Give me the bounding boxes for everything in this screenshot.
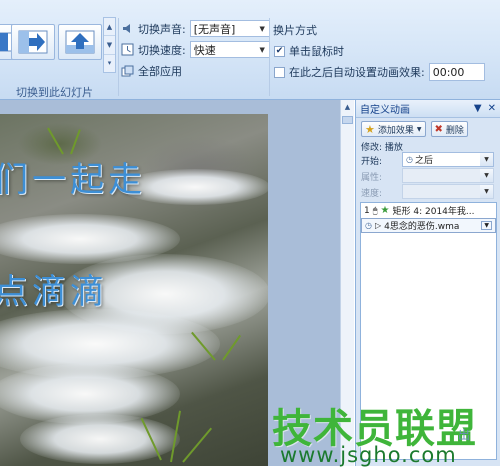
star-icon: ★ (365, 122, 375, 136)
clock-icon: ◷ (365, 221, 372, 230)
auto-after-time-value: 00:00 (432, 65, 465, 79)
sound-value: [无声音] (193, 22, 236, 36)
group-separator (269, 18, 270, 96)
pane-menu-icon[interactable]: ▼ (474, 103, 482, 114)
chevron-down-icon: ▼ (416, 125, 422, 133)
advance-title: 换片方式 (273, 22, 317, 38)
transition-thumbnail-push-up[interactable] (58, 24, 102, 60)
chevron-down-icon: ▼ (480, 169, 493, 182)
scroll-thumb[interactable] (342, 116, 353, 124)
chevron-down-icon: ▼ (259, 45, 265, 54)
speed-value: 快速 (193, 43, 216, 57)
animation-item-text: 矩形 4: 2014年我... (392, 207, 475, 217)
remove-button[interactable]: ✖ 删除 (430, 121, 468, 137)
chevron-down-icon: ▼ (480, 153, 493, 166)
add-effect-label: 添加效果 (377, 125, 414, 136)
grass-blade (47, 127, 64, 155)
on-click-label: 单击鼠标时 (289, 45, 344, 58)
animation-item[interactable]: ◷ ▷ 4思念的恶伤.wma ▼ (361, 218, 496, 233)
auto-after-checkbox[interactable] (274, 66, 285, 78)
auto-after-time-input[interactable]: 00:00 (428, 63, 485, 81)
gallery-up-icon[interactable]: ▲ (104, 18, 115, 37)
pane-header: 自定义动画 ▼ ✕ (356, 100, 500, 118)
play-icon: ▷ (374, 221, 382, 230)
mouse-icon: 🖱 (372, 205, 378, 215)
on-click-checkbox[interactable]: ✔ (274, 45, 285, 57)
grass-blade (70, 129, 81, 155)
gallery-down-icon[interactable]: ▼ (104, 36, 115, 55)
slide-title-line-1[interactable]: 们一起走 (0, 152, 146, 201)
effect-star-icon: ★ (380, 205, 390, 216)
pane-title: 自定义动画 (360, 105, 410, 116)
transition-thumbnail-push-right[interactable] (11, 24, 55, 60)
animation-item-text: 4思念的恶伤.wma (384, 222, 460, 232)
auto-after-option: 在此之后自动设置动画效果: 00:00 (274, 63, 485, 81)
gallery-more-icon[interactable]: ▾ (104, 55, 115, 72)
remove-icon: ✖ (434, 123, 443, 135)
speed-row: 切换速度: 快速 ▼ (121, 41, 270, 58)
grass-blade (182, 427, 213, 463)
animation-item[interactable]: 1 🖱 ★ 矩形 4: 2014年我... (361, 203, 496, 218)
scroll-up-icon[interactable]: ▲ (341, 100, 354, 114)
remove-label: 删除 (445, 125, 464, 136)
close-icon[interactable]: ✕ (488, 103, 496, 114)
clock-icon: ◷ (406, 155, 413, 164)
apply-all-button[interactable]: 全部应用 (121, 63, 182, 79)
animation-order: 1 (364, 205, 370, 216)
pane-toolbar: ★ 添加效果 ▼ ✖ 删除 (361, 121, 468, 137)
start-value: 之后 (414, 156, 433, 166)
speed-dropdown-pane: ▼ (402, 184, 494, 199)
speed-label: 切换速度: (138, 43, 186, 57)
speed-dropdown[interactable]: 快速 ▼ (189, 41, 270, 58)
slide-canvas[interactable]: 们一起走 点滴滴 (0, 114, 268, 466)
speed-label-pane: 速度: (361, 189, 383, 199)
sound-label: 切换声音: (138, 22, 186, 36)
chevron-down-icon: ▼ (259, 24, 265, 33)
watermark-side-text: 出 (458, 428, 471, 442)
chevron-down-icon: ▼ (480, 185, 493, 198)
grass-blade (222, 334, 242, 361)
property-dropdown: ▼ (402, 168, 494, 183)
start-label: 开始: (361, 157, 383, 167)
property-label: 属性: (361, 173, 383, 183)
watermark-site: www.jsgho.com (280, 443, 457, 467)
gallery-scrollbar[interactable]: ▲ ▼ ▾ (103, 17, 116, 73)
on-click-option[interactable]: ✔ 单击鼠标时 (274, 43, 344, 59)
chevron-down-icon[interactable]: ▼ (481, 221, 492, 230)
apply-all-label: 全部应用 (138, 65, 182, 78)
ribbon: ▲ ▼ ▾ 切换到此幻灯片 切换声音: [无声音] ▼ 切换速度: 快速 ▼ 全… (0, 0, 500, 100)
start-dropdown[interactable]: ◷ 之后 ▼ (402, 152, 494, 167)
auto-after-label: 在此之后自动设置动画效果: (289, 66, 425, 79)
apply-all-icon (121, 65, 134, 78)
speed-icon (121, 43, 134, 56)
modify-section-label: 修改: 播放 (361, 143, 403, 153)
push-right-icon (18, 30, 48, 54)
group-separator (118, 18, 119, 96)
push-up-icon (65, 30, 95, 54)
advance-title-text: 换片方式 (273, 24, 317, 37)
group-label-transition: 切换到此幻灯片 (16, 86, 93, 99)
add-effect-button[interactable]: ★ 添加效果 ▼ (361, 121, 426, 137)
water-stream (20, 414, 180, 464)
slide-title-line-2[interactable]: 点滴滴 (0, 264, 108, 313)
sound-dropdown[interactable]: [无声音] ▼ (189, 20, 270, 37)
sound-icon (121, 22, 134, 35)
sound-row: 切换声音: [无声音] ▼ (121, 20, 270, 37)
